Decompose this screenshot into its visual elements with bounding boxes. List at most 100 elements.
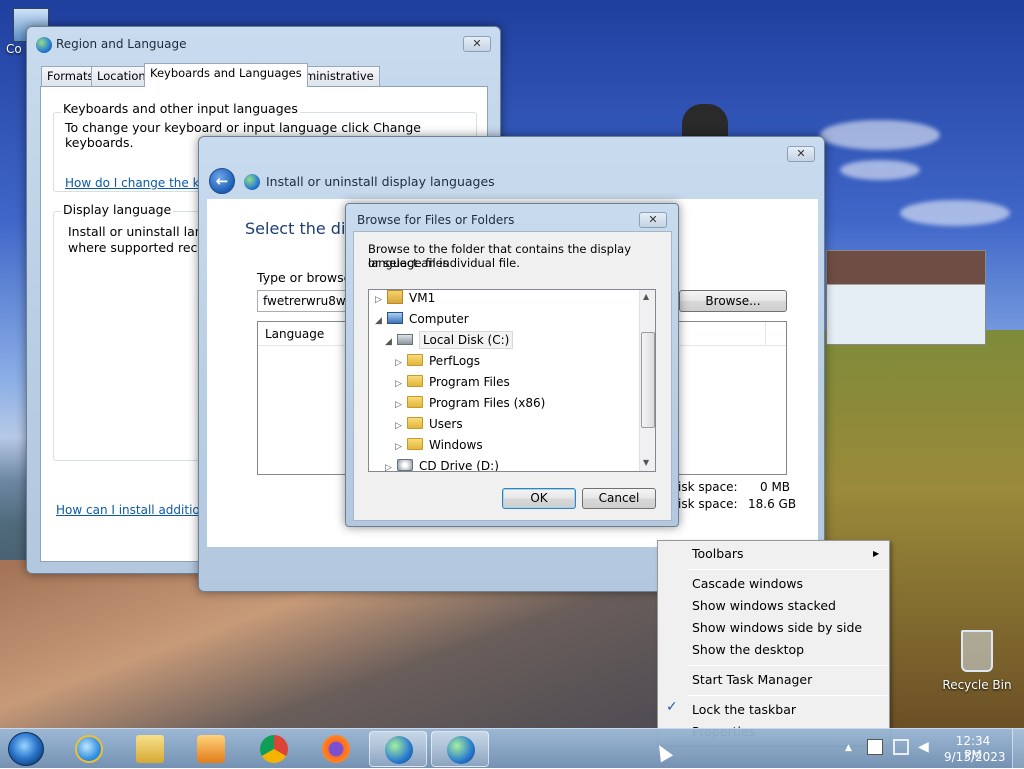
menu-item-lock-the-taskbar[interactable]: Lock the taskbar xyxy=(692,700,796,720)
menu-item-start-task-manager[interactable]: Start Task Manager xyxy=(692,670,812,690)
drive-icon xyxy=(397,334,413,345)
menu-item-toolbars[interactable]: Toolbars xyxy=(692,544,744,564)
tree-item-computer[interactable]: ◢ Computer xyxy=(375,309,469,330)
scroll-up-arrow-icon[interactable]: ▲ xyxy=(643,292,649,301)
menu-item-cascade-windows[interactable]: Cascade windows xyxy=(692,574,803,594)
install-languages-help-link[interactable]: How can I install additional xyxy=(56,503,218,517)
back-arrow-icon[interactable]: ← xyxy=(209,168,235,194)
dialog-body: Browse to the folder that contains the d… xyxy=(353,231,672,521)
taskbar-file-explorer[interactable] xyxy=(121,731,179,767)
region-language-icon xyxy=(385,736,413,764)
expand-arrow-icon[interactable]: ▷ xyxy=(395,353,407,374)
globe-icon xyxy=(244,174,260,190)
tree-item-local-disk-c[interactable]: ◢ Local Disk (C:) xyxy=(385,330,514,353)
clock-date[interactable]: 9/13/2023 xyxy=(944,750,1006,764)
taskbar-display-languages[interactable] xyxy=(431,731,489,767)
ok-button[interactable]: OK xyxy=(502,488,576,509)
folder-tree[interactable]: ▷ VM1 ◢ Computer ◢ Local Disk (C:) ▷ PerfLog… xyxy=(368,289,656,472)
titlebar[interactable]: Browse for Files or Folders ✕ xyxy=(346,204,678,234)
tree-item-label: Computer xyxy=(409,312,469,326)
keyboards-group-label: Keyboards and other input languages xyxy=(61,101,300,116)
dialog-title: Browse for Files or Folders xyxy=(357,213,515,227)
tree-item-program-files[interactable]: ▷ Program Files xyxy=(395,372,510,393)
volume-muted-icon[interactable]: ◀ xyxy=(918,739,934,755)
tab-keyboards-and-languages[interactable]: Keyboards and Languages xyxy=(144,63,308,87)
tree-item-label: Windows xyxy=(429,438,483,452)
collapse-arrow-icon[interactable]: ◢ xyxy=(385,332,397,353)
globe-icon xyxy=(36,37,52,53)
menu-item-show-windows-side-by-side[interactable]: Show windows side by side xyxy=(692,618,862,638)
show-desktop-button[interactable] xyxy=(1012,729,1024,769)
display-languages-icon xyxy=(447,736,475,764)
folder-icon xyxy=(407,417,423,429)
tree-item-label: PerfLogs xyxy=(429,354,481,368)
file-explorer-icon xyxy=(136,735,164,763)
expand-arrow-icon[interactable]: ▷ xyxy=(395,374,407,395)
instructions-line-2: or select an individual file. xyxy=(368,256,520,270)
network-icon[interactable] xyxy=(893,739,909,755)
vertical-scrollbar[interactable]: ▲ ▼ xyxy=(639,290,655,471)
column-divider xyxy=(765,322,766,346)
menu-item-show-the-desktop[interactable]: Show the desktop xyxy=(692,640,804,660)
tree-item-cd-drive-d[interactable]: ▷ CD Drive (D:) xyxy=(385,456,499,472)
tab-location[interactable]: Location xyxy=(91,66,152,86)
expand-arrow-icon[interactable]: ▷ xyxy=(395,437,407,458)
start-orb-icon[interactable] xyxy=(8,732,44,766)
column-header-language[interactable]: Language xyxy=(265,327,324,341)
disk-space-available-value: 18.6 GB xyxy=(748,497,797,511)
tree-item-program-files-x86[interactable]: ▷ Program Files (x86) xyxy=(395,393,545,414)
taskbar-internet-explorer[interactable] xyxy=(60,731,118,767)
taskbar-region-language[interactable] xyxy=(369,731,427,767)
cloud xyxy=(840,160,920,180)
collapse-arrow-icon[interactable]: ◢ xyxy=(375,311,387,332)
expand-arrow-icon[interactable]: ▷ xyxy=(385,458,397,471)
titlebar[interactable]: ✕ xyxy=(199,137,824,167)
tree-item-label: CD Drive (D:) xyxy=(419,459,499,472)
recycle-bin-icon xyxy=(961,630,993,672)
scrollbar-thumb[interactable] xyxy=(641,332,655,428)
titlebar[interactable]: Region and Language ✕ xyxy=(27,27,500,57)
browse-button[interactable]: Browse... xyxy=(679,290,787,312)
tree-item-perflogs[interactable]: ▷ PerfLogs xyxy=(395,351,480,372)
disk-space-available-label: isk space: xyxy=(678,497,738,511)
checkmark-icon: ✓ xyxy=(666,699,678,715)
folder-icon xyxy=(407,396,423,408)
recycle-bin-desktop-icon[interactable]: Recycle Bin xyxy=(940,630,1014,692)
menu-separator xyxy=(688,665,887,666)
wizard-title: Install or uninstall display languages xyxy=(266,174,495,189)
folder-icon xyxy=(407,375,423,387)
user-folder-icon xyxy=(387,290,403,304)
close-button[interactable]: ✕ xyxy=(639,212,667,228)
taskbar[interactable]: ▲ ◀ 12:34 PM 9/13/2023 xyxy=(0,728,1024,769)
expand-arrow-icon[interactable]: ▷ xyxy=(395,395,407,416)
taskbar-media-player[interactable] xyxy=(182,731,240,767)
window-title: Region and Language xyxy=(56,37,187,51)
expand-arrow-icon[interactable]: ▷ xyxy=(375,290,387,311)
tree-item-label: Program Files (x86) xyxy=(429,396,546,410)
tree-item-vm1[interactable]: ▷ VM1 xyxy=(375,290,436,311)
tree-item-users[interactable]: ▷ Users xyxy=(395,414,463,435)
menu-item-show-windows-stacked[interactable]: Show windows stacked xyxy=(692,596,836,616)
disk-space-required-label: isk space: xyxy=(678,480,738,494)
browse-dialog: Browse for Files or Folders ✕ Browse to … xyxy=(345,203,679,527)
internet-explorer-icon xyxy=(75,735,103,763)
cd-drive-icon xyxy=(397,459,413,471)
expand-arrow-icon[interactable]: ▷ xyxy=(395,416,407,437)
cloud xyxy=(900,200,1010,226)
media-player-icon xyxy=(197,735,225,763)
close-button[interactable]: ✕ xyxy=(787,146,815,162)
tree-item-windows[interactable]: ▷ Windows xyxy=(395,435,483,456)
scroll-down-arrow-icon[interactable]: ▼ xyxy=(643,458,649,467)
submenu-arrow-icon: ▶ xyxy=(873,549,880,558)
taskbar-chrome[interactable] xyxy=(245,731,303,767)
taskbar-firefox[interactable] xyxy=(307,731,365,767)
cancel-button[interactable]: Cancel xyxy=(582,488,656,509)
tree-item-label: Program Files xyxy=(429,375,510,389)
close-button[interactable]: ✕ xyxy=(463,36,491,52)
folder-icon xyxy=(407,354,423,366)
action-center-icon[interactable] xyxy=(867,739,883,755)
tree-item-label: VM1 xyxy=(409,291,436,305)
show-hidden-icons-icon[interactable]: ▲ xyxy=(845,743,852,753)
tree-item-label: Local Disk (C:) xyxy=(419,331,514,349)
disk-space-required-value: 0 MB xyxy=(760,480,791,494)
